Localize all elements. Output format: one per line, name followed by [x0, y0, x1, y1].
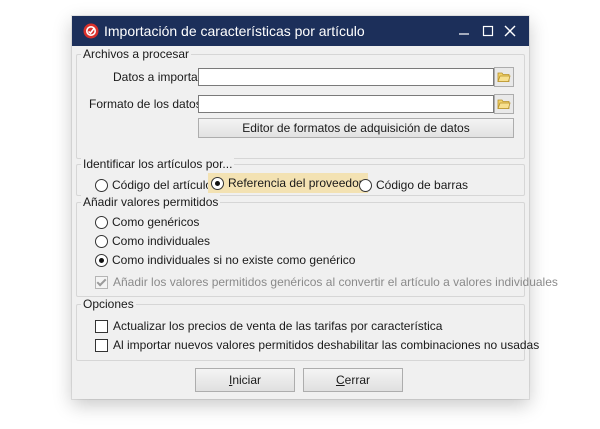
radio-button-selected	[211, 176, 224, 190]
radio-as-generic[interactable]: Como genéricos	[95, 215, 199, 229]
radio-label: Código del artículo	[112, 178, 213, 192]
minimize-icon[interactable]	[457, 24, 471, 38]
folder-icon	[497, 99, 511, 109]
format-editor-button[interactable]: Editor de formatos de adquisición de dat…	[198, 118, 514, 138]
radio-button	[95, 234, 108, 248]
disable-unused-combinations-checkbox[interactable]: Al importar nuevos valores permitidos de…	[95, 338, 539, 352]
checkbox-box	[95, 319, 108, 333]
update-prices-checkbox[interactable]: Actualizar los precios de venta de las t…	[95, 319, 442, 333]
data-file-label: Datos a importar:	[113, 70, 206, 84]
window-title: Importación de características por artíc…	[104, 23, 365, 39]
allowed-values-group: Añadir valores permitidos Como genéricos…	[76, 195, 558, 297]
checkbox-box	[95, 275, 108, 289]
files-group: Archivos a procesar Datos a importar: Fo…	[76, 47, 525, 159]
options-group-title: Opciones	[81, 297, 136, 311]
allowed-group-title: Añadir valores permitidos	[81, 195, 221, 209]
data-file-input[interactable]	[198, 68, 494, 86]
identify-group: Identificar los artículos por... Código …	[76, 157, 525, 196]
radio-barcode[interactable]: Código de barras	[359, 178, 468, 192]
radio-button-selected	[95, 253, 108, 267]
title-bar[interactable]: Importación de características por artíc…	[72, 16, 529, 46]
folder-icon	[497, 72, 511, 82]
close-icon[interactable]	[503, 24, 517, 38]
radio-button	[95, 215, 108, 229]
maximize-icon[interactable]	[481, 24, 495, 38]
radio-label: Código de barras	[376, 178, 469, 192]
radio-label: Como individuales si no existe como gené…	[112, 253, 356, 267]
radio-label: Referencia del proveedor	[228, 176, 363, 190]
files-group-title: Archivos a procesar	[81, 47, 192, 61]
format-label: Formato de los datos:	[89, 97, 206, 111]
checkbox-label: Actualizar los precios de venta de las t…	[113, 319, 443, 333]
checkbox-box	[95, 338, 108, 352]
app-logo-icon	[83, 23, 99, 39]
format-input[interactable]	[198, 95, 494, 113]
radio-supplier-reference[interactable]: Referencia del proveedor	[208, 173, 368, 193]
checkbox-label: Al importar nuevos valores permitidos de…	[113, 338, 540, 352]
radio-button	[95, 178, 108, 192]
close-button[interactable]: Cerrar	[303, 368, 403, 392]
radio-individual-if-no-generic[interactable]: Como individuales si no existe como gené…	[95, 253, 355, 267]
add-generic-values-checkbox[interactable]: Añadir los valores permitidos genéricos …	[95, 275, 558, 289]
checkbox-label: Añadir los valores permitidos genéricos …	[113, 275, 558, 289]
radio-label: Como genéricos	[112, 215, 200, 229]
data-file-browse-button[interactable]	[494, 67, 514, 87]
radio-button	[359, 178, 372, 192]
options-group: Opciones Actualizar los precios de venta…	[76, 297, 539, 361]
close-label: errar	[344, 373, 370, 387]
import-dialog: Importación de características por artíc…	[72, 16, 558, 399]
identify-group-title: Identificar los artículos por...	[81, 157, 235, 171]
radio-label: Como individuales	[112, 234, 211, 248]
start-button[interactable]: Iniciar	[195, 368, 295, 392]
format-browse-button[interactable]	[494, 94, 514, 114]
start-label: niciar	[232, 373, 262, 387]
radio-as-individual[interactable]: Como individuales	[95, 234, 210, 248]
close-mnemonic: C	[335, 373, 345, 387]
radio-item-code[interactable]: Código del artículo	[95, 178, 212, 192]
